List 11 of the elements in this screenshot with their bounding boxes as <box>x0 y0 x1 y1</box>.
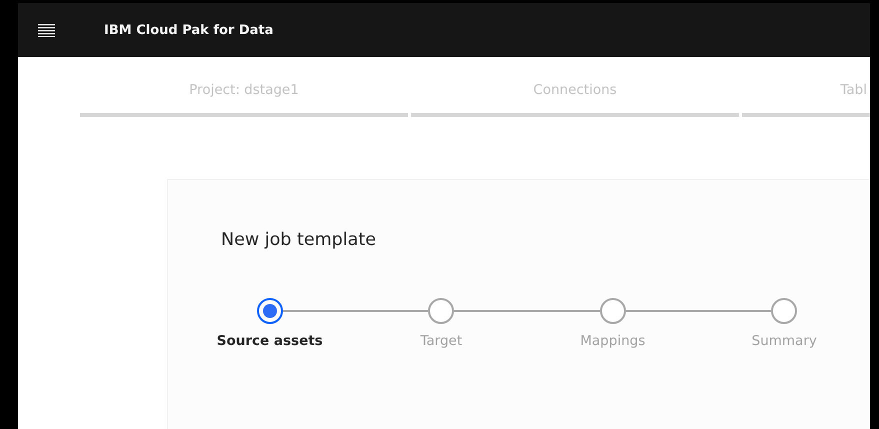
step-label: Mappings <box>580 333 646 349</box>
step-indicator[interactable] <box>428 298 454 324</box>
card-title: New job template <box>221 230 377 250</box>
app-title: IBM Cloud Pak for Data <box>104 22 274 38</box>
step-indicator[interactable] <box>771 298 798 324</box>
step-indicator[interactable] <box>600 298 626 324</box>
step-label: Source assets <box>216 333 323 349</box>
step-label: Target <box>420 333 462 349</box>
menu-icon <box>38 24 54 36</box>
step-indicator[interactable] <box>256 298 283 324</box>
step-label: Summary <box>752 333 817 349</box>
